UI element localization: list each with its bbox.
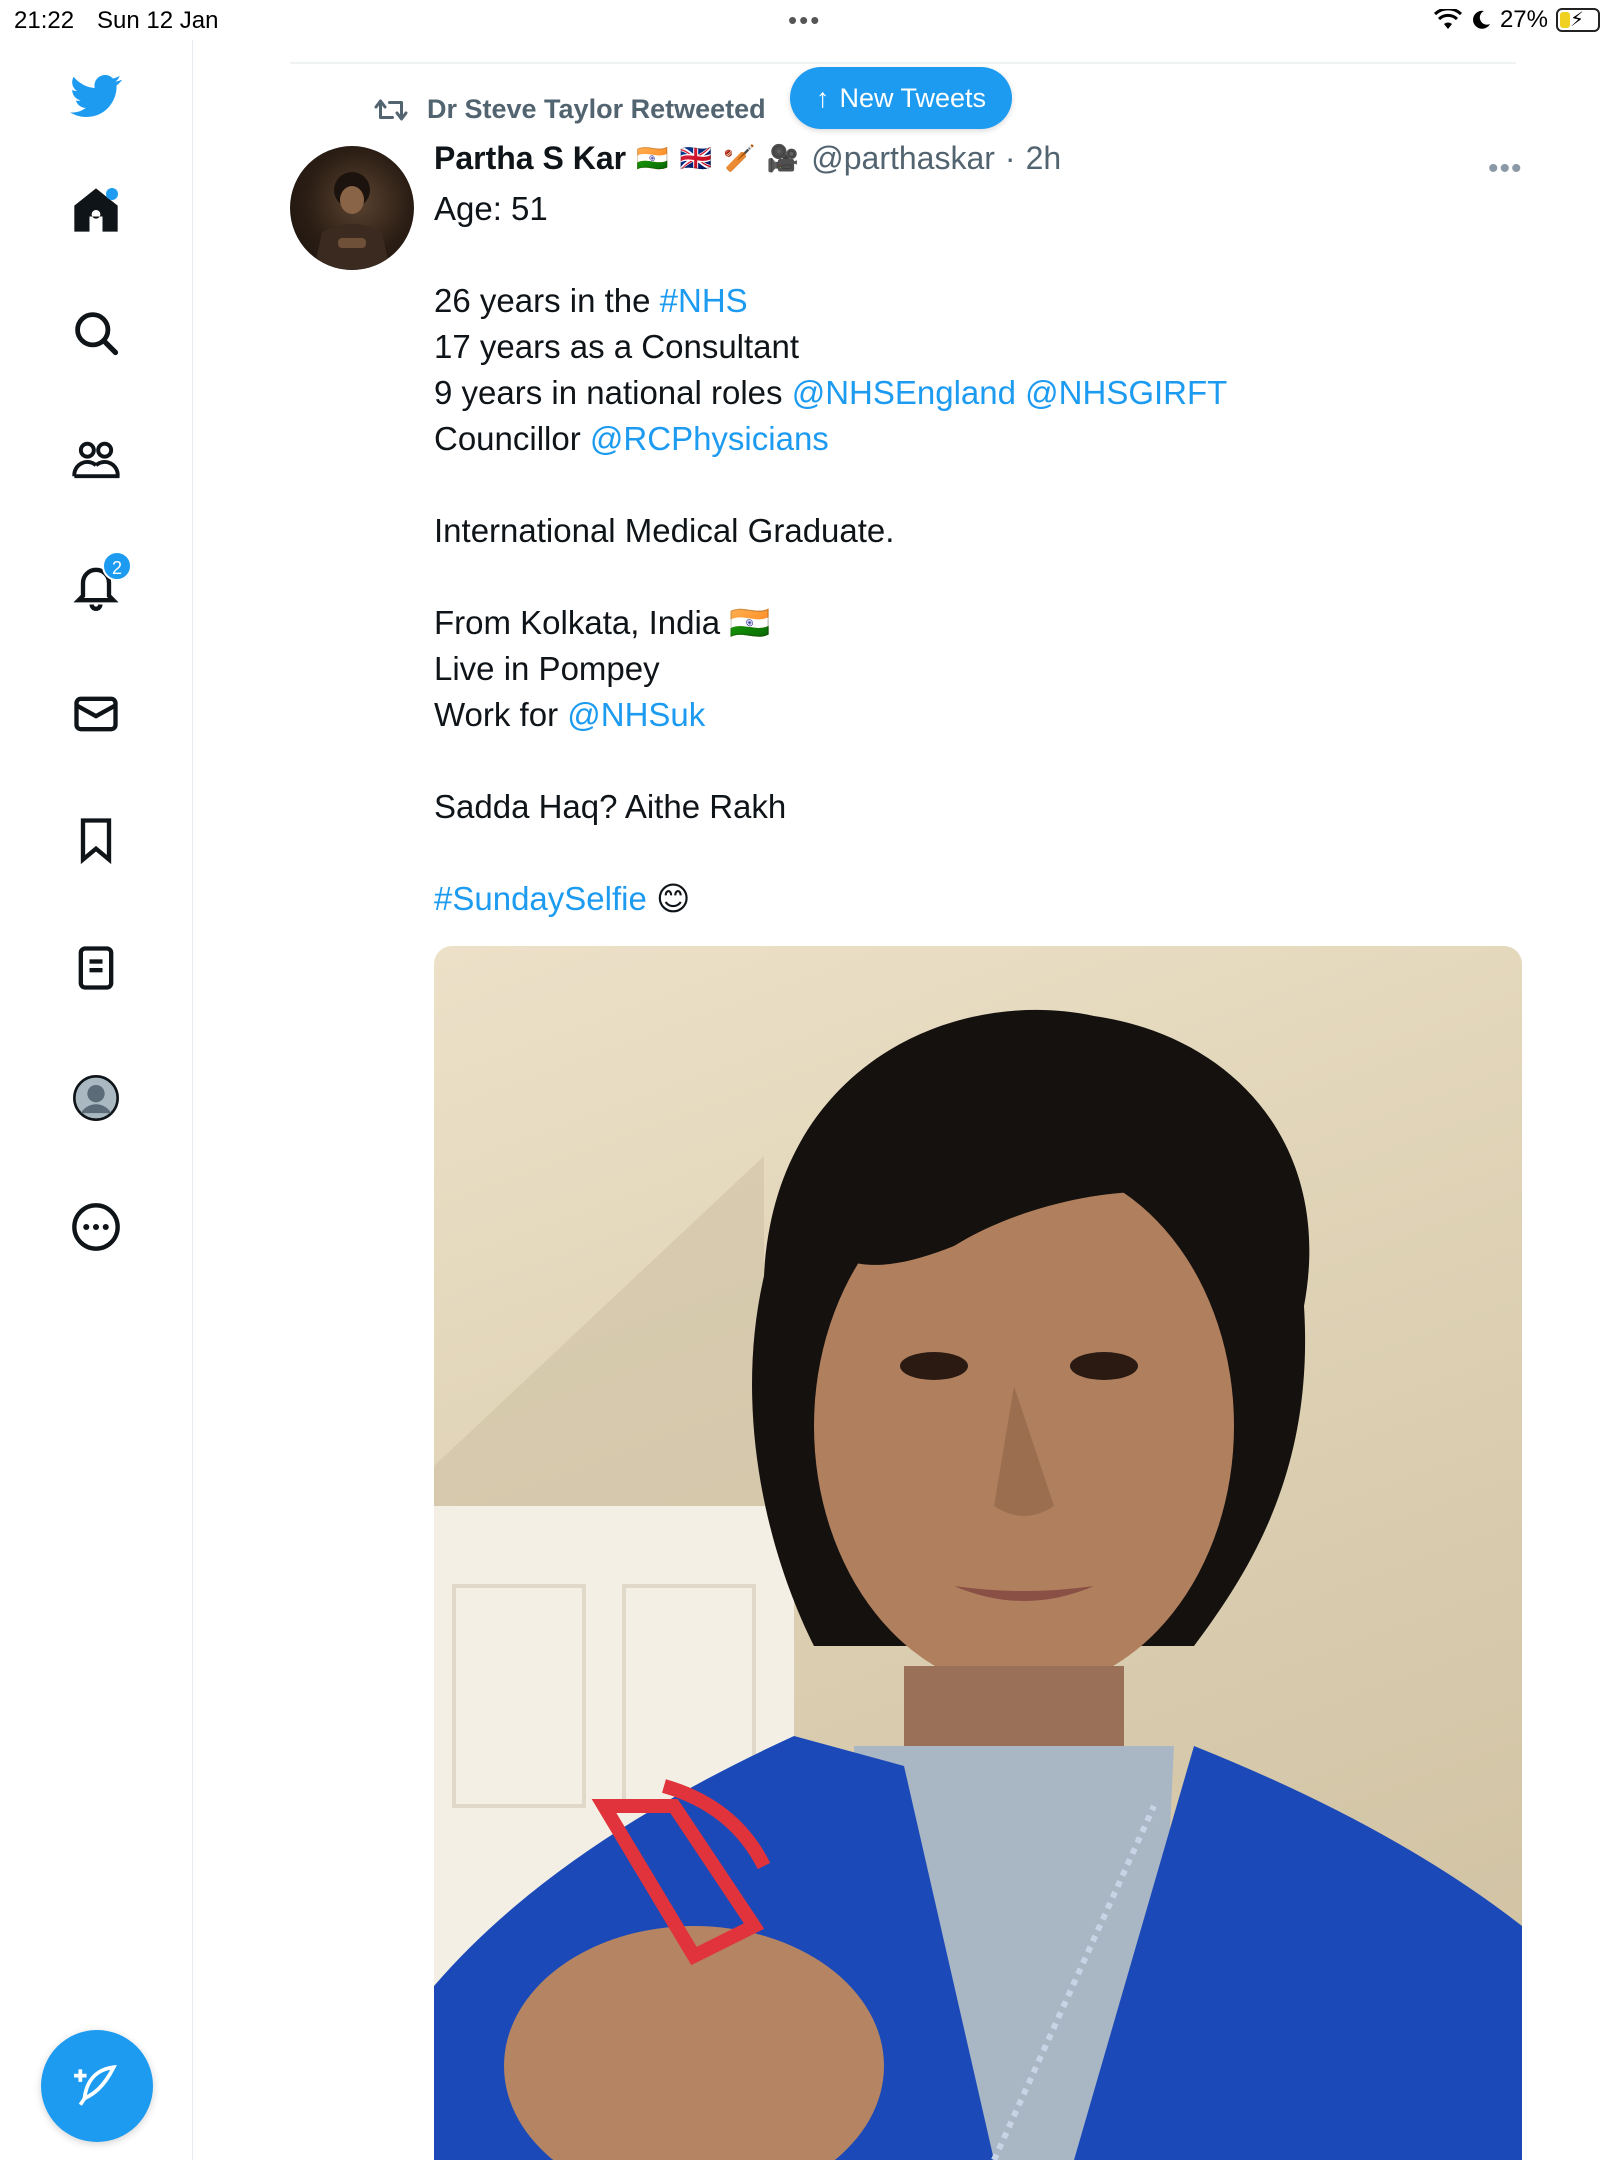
separator: · xyxy=(1004,140,1016,176)
tweet-line: International Medical Graduate. xyxy=(434,512,895,549)
author-avatar[interactable] xyxy=(290,146,414,270)
author-name[interactable]: Partha S Kar xyxy=(434,140,626,177)
line-text: Work for xyxy=(434,696,568,733)
tweet-header: Partha S Kar 🇮🇳 🇬🇧 🏏 🎥 @parthaskar · 2h xyxy=(434,140,1061,177)
more-icon[interactable] xyxy=(60,1191,132,1263)
divider xyxy=(290,62,1516,64)
compose-tweet-button[interactable] xyxy=(41,2030,153,2142)
tweet-line: Sadda Haq? Aithe Rakh xyxy=(434,788,787,825)
tweet-time[interactable]: 2h xyxy=(1026,140,1062,177)
mention-link[interactable]: @NHSGIRFT xyxy=(1025,374,1227,411)
profile-icon[interactable] xyxy=(60,1062,132,1134)
tweet-line: 17 years as a Consultant xyxy=(434,328,800,365)
tweet-line: From Kolkata, India 🇮🇳 xyxy=(434,604,771,641)
mention-link[interactable]: @RCPhysicians xyxy=(590,420,829,457)
tweet-line: 26 years in the #NHS xyxy=(434,278,1514,324)
tweet-more-icon[interactable]: ••• xyxy=(1488,152,1523,186)
tweet-line: Age: 51 xyxy=(434,190,548,227)
moon-icon xyxy=(1473,10,1490,29)
smile-emoji: 😊 xyxy=(656,880,691,917)
battery-percent: 27% xyxy=(1499,6,1548,33)
communities-icon[interactable] xyxy=(60,425,132,497)
tweet-line: Councillor @RCPhysicians xyxy=(434,416,1514,462)
author-emojis: 🇮🇳 🇬🇧 🏏 🎥 xyxy=(636,143,802,173)
tweet-text: Age: 51 26 years in the #NHS 17 years as… xyxy=(434,186,1514,922)
bookmarks-icon[interactable] xyxy=(60,804,132,876)
twitter-logo-icon[interactable] xyxy=(60,60,132,132)
feather-plus-icon xyxy=(74,2064,117,2106)
wifi-icon xyxy=(1433,9,1462,29)
hashtag-link[interactable]: #SundaySelfie xyxy=(434,880,647,917)
line-text: 26 years in the xyxy=(434,282,660,319)
lists-icon[interactable] xyxy=(60,932,132,1004)
tweet-line: #SundaySelfie 😊 xyxy=(434,876,1514,922)
selfie-illustration xyxy=(434,1009,1522,2160)
search-icon[interactable] xyxy=(60,297,132,369)
tweet-photo[interactable] xyxy=(434,946,1522,2160)
mention-link[interactable]: @NHSEngland xyxy=(792,374,1016,411)
hashtag-link[interactable]: #NHS xyxy=(660,282,748,319)
new-tweets-label: New Tweets xyxy=(839,82,987,113)
home-icon[interactable] xyxy=(60,174,132,246)
battery-icon: ⚡ xyxy=(1556,8,1600,32)
status-date: Sun 12 Jan xyxy=(97,7,219,34)
new-tweets-button[interactable]: ↑ New Tweets xyxy=(790,67,1013,129)
status-indicators: 27% ⚡ xyxy=(1433,6,1600,34)
sidebar: 2 xyxy=(0,40,193,2160)
tweet-line: Live in Pompey xyxy=(434,650,660,687)
mention-link[interactable]: @NHSuk xyxy=(567,696,705,733)
retweet-icon xyxy=(374,99,408,120)
new-content-dot xyxy=(106,188,118,200)
author-handle[interactable]: @parthaskar xyxy=(811,140,995,177)
messages-icon[interactable] xyxy=(60,678,132,750)
notifications-icon[interactable]: 2 xyxy=(60,549,132,621)
notifications-badge: 2 xyxy=(102,551,132,581)
tweet-line: 9 years in national roles @NHSEngland @N… xyxy=(434,370,1514,416)
tweet-line: Work for @NHSuk xyxy=(434,692,1514,738)
multitasking-dots-icon[interactable]: ••• xyxy=(788,5,821,36)
retweet-context[interactable]: Dr Steve Taylor Retweeted xyxy=(373,94,766,125)
status-time: 21:22 xyxy=(14,7,75,34)
arrow-up-icon: ↑ xyxy=(816,82,830,113)
line-text: 9 years in national roles xyxy=(434,374,792,411)
line-text: Councillor xyxy=(434,420,590,457)
retweeted-by-label: Dr Steve Taylor Retweeted xyxy=(427,94,766,124)
timeline: Dr Steve Taylor Retweeted ↑ New Tweets P… xyxy=(193,40,1620,2160)
status-bar: 21:22 Sun 12 Jan ••• 27% ⚡ xyxy=(0,0,1620,40)
